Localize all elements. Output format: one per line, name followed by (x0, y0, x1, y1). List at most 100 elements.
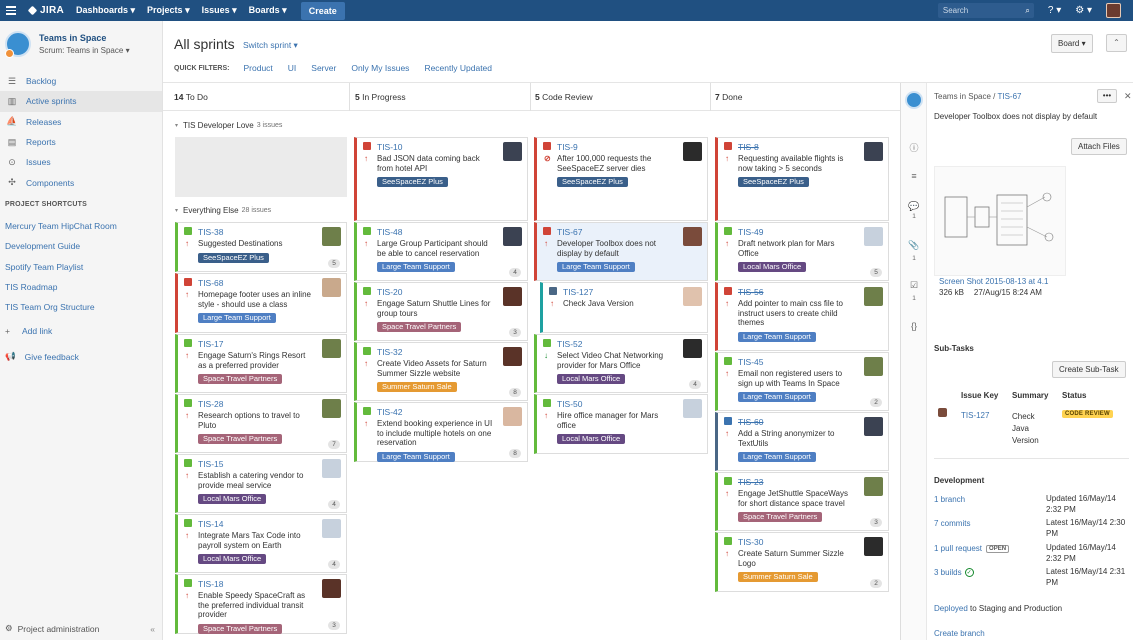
project-type[interactable]: Scrum: Teams in Space ▾ (39, 46, 130, 55)
search-input[interactable]: Search ⌕ (937, 3, 1034, 18)
jira-logo[interactable]: JIRA (27, 5, 64, 16)
issue-card[interactable]: TIS-9 ⊘ After 100,000 requests the SeeSpac… (534, 137, 708, 221)
sidebar-item-active-sprints[interactable]: ▥ Active sprints (0, 91, 162, 112)
issue-key[interactable]: TIS-38 (198, 227, 224, 237)
create-subtask-button[interactable]: Create Sub-Task (1052, 361, 1126, 378)
issue-card[interactable]: TIS-14 ↑ Integrate Mars Tax Code into payr… (175, 514, 347, 573)
add-link-button[interactable]: + Add link (5, 320, 117, 340)
nav-projects[interactable]: Projects ▾ (147, 5, 190, 16)
attachment-filename[interactable]: Screen Shot 2015-08-13 at 4.1 (939, 277, 1066, 286)
code-icon[interactable]: {} (901, 321, 927, 331)
project-header[interactable]: Teams in Space Scrum: Teams in Space ▾ (5, 31, 130, 58)
shortcut-link[interactable]: Spotify Team Playlist (5, 260, 117, 280)
attachment-icon[interactable]: 📎 (901, 240, 927, 251)
issue-key[interactable]: TIS-48 (377, 227, 403, 237)
project-admin-link[interactable]: ⚙ Project administration « (5, 623, 155, 634)
breadcrumb-project[interactable]: Teams in Space (934, 92, 991, 101)
issue-key[interactable]: TIS-42 (377, 407, 403, 417)
issue-key[interactable]: TIS-10 (377, 142, 403, 152)
issue-card[interactable]: TIS-45 ↑ Email non registered users to sig… (715, 352, 889, 411)
issue-key[interactable]: TIS-68 (198, 278, 224, 288)
user-avatar[interactable] (1106, 3, 1121, 18)
filter-recently-updated[interactable]: Recently Updated (424, 63, 492, 73)
sidebar-item-issues[interactable]: ⊙ Issues (0, 152, 162, 172)
issue-key[interactable]: TIS-52 (557, 339, 583, 349)
issue-card[interactable]: TIS-15 ↑ Establish a catering vendor to pr… (175, 454, 347, 513)
issue-key[interactable]: TIS-32 (377, 347, 403, 357)
issue-card[interactable]: TIS-56 ↑ Add pointer to main css file to i… (715, 282, 889, 351)
create-button[interactable]: Create (300, 1, 345, 20)
issue-card[interactable]: TIS-68 ↑ Homepage footer uses an inline st… (175, 273, 347, 333)
swimlane-header[interactable]: ▾ TIS Developer Love 3 issues (175, 121, 282, 130)
more-actions-button[interactable]: ••• (1097, 89, 1117, 103)
issue-card[interactable]: TIS-23 ↑ Engage JetShuttle SpaceWays for s… (715, 472, 889, 531)
issue-card[interactable]: TIS-20 ↑ Engage Saturn Shuttle Lines for g… (354, 282, 528, 341)
issue-key[interactable]: TIS-67 (557, 227, 583, 237)
sidebar-item-components[interactable]: ✣ Components (0, 172, 162, 192)
issue-key[interactable]: TIS-20 (377, 287, 403, 297)
give-feedback-link[interactable]: 📢 Give feedback (5, 351, 79, 362)
issue-key[interactable]: TIS-30 (738, 537, 764, 547)
issue-card[interactable]: TIS-32 ↑ Create Video Assets for Saturn Su… (354, 342, 528, 401)
issue-card[interactable]: TIS-60 ↑ Add a String anonymizer to TextUt… (715, 412, 889, 471)
nav-issues[interactable]: Issues ▾ (202, 5, 237, 16)
issue-card[interactable]: TIS-49 ↑ Draft network plan for Mars Offic… (715, 222, 889, 281)
shortcut-link[interactable]: TIS Roadmap (5, 280, 117, 300)
settings-icon[interactable]: ⚙ ▾ (1075, 5, 1092, 16)
issue-key[interactable]: TIS-18 (198, 579, 224, 589)
help-icon[interactable]: ? ▾ (1048, 5, 1061, 16)
issue-key[interactable]: TIS-60 (738, 417, 764, 427)
subtasks-icon[interactable]: ☑ (901, 280, 927, 291)
issue-card[interactable]: TIS-30 ↑ Create Saturn Summer Sizzle Logo S… (715, 532, 889, 592)
filter-server[interactable]: Server (311, 63, 336, 73)
issue-key[interactable]: TIS-15 (198, 459, 224, 469)
create-branch-link[interactable]: Create branch (934, 629, 985, 638)
info-icon[interactable]: ⓘ (901, 141, 927, 154)
issue-key[interactable]: TIS-49 (738, 227, 764, 237)
issue-card[interactable]: TIS-18 ↑ Enable Speedy SpaceCraft as the p… (175, 574, 347, 634)
issue-card[interactable]: TIS-50 ↑ Hire office manager for Mars offi… (534, 394, 708, 454)
issue-card[interactable]: TIS-42 ↑ Extend booking experience in UI t… (354, 402, 528, 462)
issue-key[interactable]: TIS-45 (738, 357, 764, 367)
filter-only-my-issues[interactable]: Only My Issues (351, 63, 409, 73)
issue-key[interactable]: TIS-23 (738, 477, 764, 487)
description-icon[interactable]: ≡ (901, 171, 927, 181)
deployed-link[interactable]: Deployed (934, 604, 968, 613)
swimlane-header[interactable]: ▾ Everything Else 28 issues (175, 206, 271, 215)
issue-key[interactable]: TIS-50 (557, 399, 583, 409)
issue-key[interactable]: TIS-56 (738, 287, 764, 297)
collapse-icon[interactable]: ⌃ (1106, 34, 1127, 52)
issue-card[interactable]: TIS-52 ↓ Select Video Chat Networking prov… (534, 334, 708, 393)
nav-boards[interactable]: Boards ▾ (249, 5, 287, 16)
issue-card[interactable]: TIS-127 ↑ Check Java Version (540, 282, 708, 333)
dev-pullrequest-link[interactable]: 1 pull request OPEN (934, 544, 1010, 553)
shortcut-link[interactable]: Mercury Team HipChat Room (5, 219, 117, 239)
issue-key[interactable]: TIS-127 (563, 287, 593, 297)
breadcrumb-issue-key[interactable]: TIS-67 (997, 92, 1021, 101)
issue-key[interactable]: TIS-17 (198, 339, 224, 349)
sidebar-item-releases[interactable]: ⛵ Releases (0, 112, 162, 132)
issue-key[interactable]: TIS-9 (557, 142, 578, 152)
dev-builds-link[interactable]: 3 builds ✓ (934, 568, 974, 577)
collapse-sidebar-icon[interactable]: « (150, 624, 155, 634)
issue-card[interactable]: TIS-8 ↑ Requesting available flights is no… (715, 137, 889, 221)
comment-icon[interactable]: 💬 (901, 201, 927, 212)
issue-card[interactable]: TIS-17 ↑ Engage Saturn's Rings Resort as a… (175, 334, 347, 393)
nav-dashboards[interactable]: Dashboards ▾ (76, 5, 135, 16)
issue-card[interactable]: TIS-48 ↑ Large Group Participant should be… (354, 222, 528, 281)
filter-product[interactable]: Product (243, 63, 272, 73)
issue-card[interactable]: TIS-67 ↑ Developer Toolbox does not displa… (534, 222, 708, 281)
dev-branch-link[interactable]: 1 branch (934, 495, 965, 504)
issue-card[interactable]: TIS-38 ↑ Suggested Destinations SeeSpaceEZ … (175, 222, 347, 272)
shortcut-link[interactable]: Development Guide (5, 239, 117, 259)
sidebar-item-backlog[interactable]: ☰ Backlog (0, 71, 162, 91)
board-dropdown[interactable]: Board ▾ (1051, 34, 1093, 53)
dev-commits-link[interactable]: 7 commits (934, 519, 970, 528)
shortcut-link[interactable]: TIS Team Org Structure (5, 300, 117, 320)
issue-card[interactable]: TIS-10 ↑ Bad JSON data coming back from ho… (354, 137, 528, 221)
issue-key[interactable]: TIS-14 (198, 519, 224, 529)
filter-ui[interactable]: UI (288, 63, 297, 73)
close-icon[interactable]: ✕ (1124, 91, 1132, 102)
subtask-key[interactable]: TIS-127 (961, 411, 989, 420)
sidebar-item-reports[interactable]: ▤ Reports (0, 132, 162, 152)
